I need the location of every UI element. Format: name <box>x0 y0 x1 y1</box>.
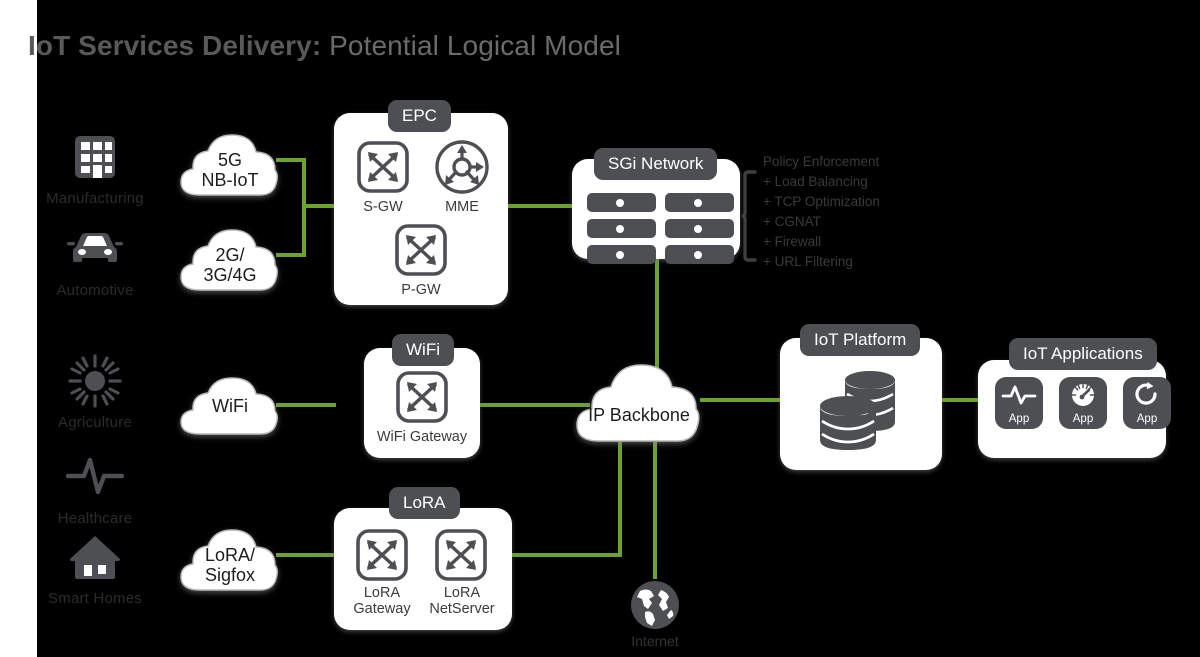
sgi-server-grid <box>587 193 734 264</box>
app-label: App <box>1136 413 1158 425</box>
cloud-label: WiFi <box>212 396 248 416</box>
pulse-icon <box>35 448 155 506</box>
gauge-icon <box>1059 381 1107 409</box>
cloud-label: LoRA/ Sigfox <box>204 545 256 586</box>
link-lora-to-riser <box>512 553 622 557</box>
server-bar <box>587 193 656 212</box>
internet-node: Internet <box>600 578 710 649</box>
pulse-icon <box>995 381 1043 409</box>
app-label: App <box>1008 413 1030 425</box>
server-bar <box>587 245 656 264</box>
link-lora-cloud-to-box <box>276 553 336 557</box>
lora-tag: LoRA <box>389 487 460 519</box>
policy-item: + TCP Optimization <box>763 194 880 209</box>
policy-item: + CGNAT <box>763 214 821 229</box>
link-wifi-cloud-to-box <box>276 403 336 407</box>
policy-item: + URL Filtering <box>763 254 853 269</box>
mme-label: MME <box>445 199 479 215</box>
cloud-2g-3g-4g: 2G/ 3G/4G <box>176 223 284 295</box>
vertical-label: Agriculture <box>58 414 132 431</box>
house-icon <box>35 528 155 586</box>
wifi-gateway-icon <box>396 371 448 423</box>
vertical-manufacturing: Manufacturing <box>35 128 155 207</box>
vertical-agriculture: Agriculture <box>35 352 155 431</box>
server-bar <box>665 193 734 212</box>
policy-item: + Firewall <box>763 234 822 249</box>
cloud-label: 5G NB-IoT <box>201 150 259 191</box>
s-gw-label: S-GW <box>363 199 403 215</box>
lora-gateway-icon <box>356 529 408 581</box>
car-icon <box>35 220 155 278</box>
cloud-5g-nbiot: 5G NB-IoT <box>176 128 284 200</box>
cloud-label: 2G/ 3G/4G <box>203 245 257 286</box>
cloud-lora-sigfox: LoRA/ Sigfox <box>176 523 284 595</box>
policy-header: Policy Enforcement <box>763 154 880 169</box>
s-gw-icon <box>357 141 409 193</box>
wifi-tag: WiFi <box>392 334 454 366</box>
sgi-network-tag: SGi Network <box>594 148 718 180</box>
link-lora-riser <box>618 442 622 557</box>
iot-platform-tag: IoT Platform <box>800 324 921 356</box>
globe-icon <box>600 578 710 632</box>
link-bus-to-epc <box>302 204 338 208</box>
internet-label: Internet <box>631 633 679 649</box>
diagram-canvas: IoT Services Delivery: Potential Logical… <box>0 0 1200 657</box>
vertical-automotive: Automotive <box>35 220 155 299</box>
wifi-gateway-label: WiFi Gateway <box>376 429 468 445</box>
vertical-smart-homes: Smart Homes <box>35 528 155 607</box>
page-title: IoT Services Delivery: Potential Logical… <box>28 30 621 62</box>
vertical-label: Automotive <box>56 282 134 299</box>
app-tile-pulse[interactable]: App <box>995 377 1043 429</box>
lora-netserver-label: LoRA NetServer <box>429 585 495 617</box>
app-label: App <box>1072 413 1094 425</box>
vertical-label: Healthcare <box>57 510 133 527</box>
app-tile-gauge[interactable]: App <box>1059 377 1107 429</box>
refresh-icon <box>1123 381 1171 409</box>
backbone-label: IP Backbone <box>588 405 690 425</box>
mme-icon <box>434 139 490 195</box>
link-platform-to-apps <box>942 398 982 402</box>
policy-bracket <box>740 170 758 267</box>
p-gw-label: P-GW <box>401 282 441 298</box>
app-tile-refresh[interactable]: App <box>1123 377 1171 429</box>
vertical-healthcare: Healthcare <box>35 448 155 527</box>
lora-gateway-label: LoRA Gateway <box>353 585 411 617</box>
link-epc-to-sgi <box>508 204 576 208</box>
server-bar <box>587 219 656 238</box>
link-backbone-to-internet <box>653 442 657 579</box>
sun-icon <box>35 352 155 410</box>
lora-netserver-icon <box>435 529 487 581</box>
policy-enforcement-list: Policy Enforcement + Load Balancing + TC… <box>763 152 880 272</box>
cloud-wifi: WiFi <box>176 373 284 439</box>
server-bar <box>665 219 734 238</box>
cloud-ip-backbone: IP Backbone <box>571 355 707 447</box>
p-gw-icon <box>395 224 447 276</box>
vertical-label: Smart Homes <box>48 590 142 607</box>
factory-icon <box>35 128 155 186</box>
link-backbone-to-platform <box>700 398 786 402</box>
iot-applications-tag: IoT Applications <box>1009 338 1157 370</box>
epc-tag: EPC <box>388 100 451 132</box>
database-stack-icon <box>808 362 912 456</box>
server-bar <box>665 245 734 264</box>
vertical-label: Manufacturing <box>46 190 144 207</box>
title-bold: IoT Services Delivery: <box>28 30 322 61</box>
title-light: Potential Logical Model <box>321 30 621 61</box>
policy-item: + Load Balancing <box>763 174 868 189</box>
